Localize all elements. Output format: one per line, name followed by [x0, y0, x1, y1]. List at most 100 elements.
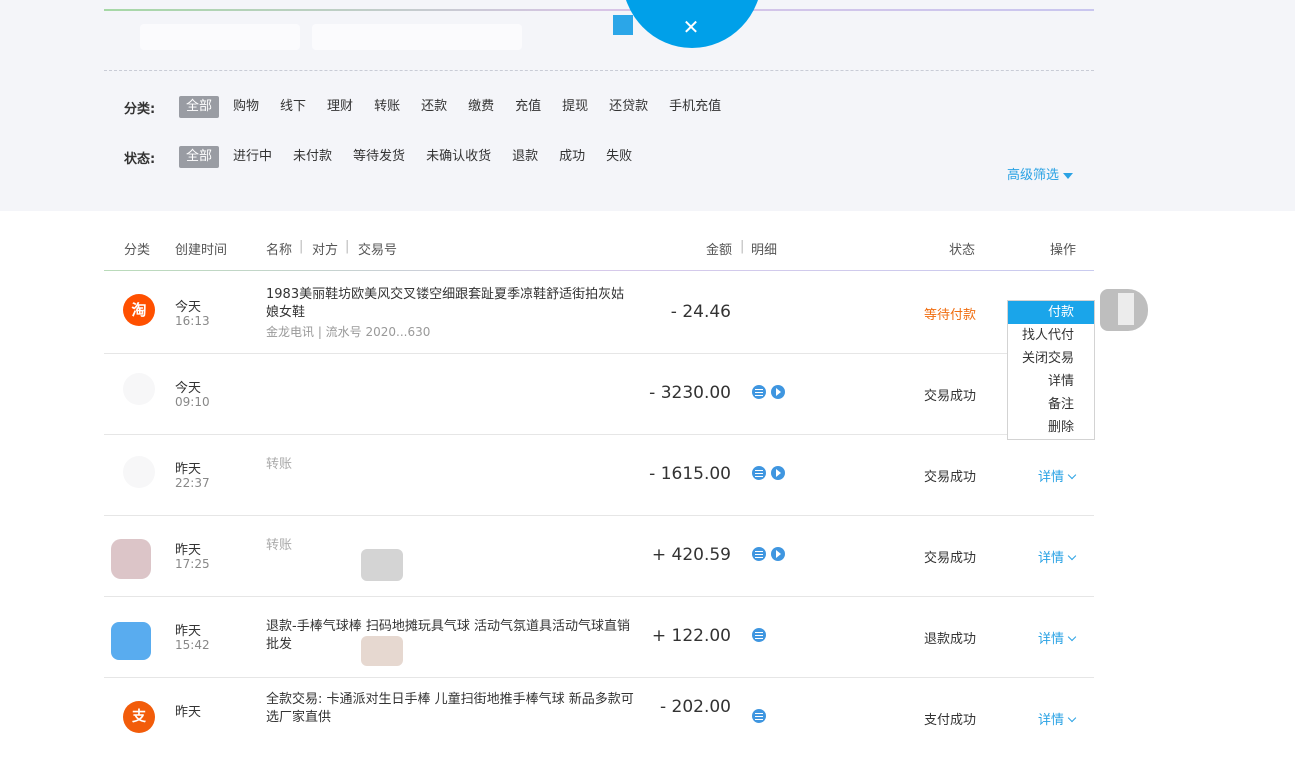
- row-counterparty: 金龙电讯 | 流水号 2020...630: [266, 325, 431, 339]
- row-detail-link[interactable]: 详情: [1038, 709, 1077, 728]
- menu-item-ask-friend-pay[interactable]: 找人代付: [1008, 324, 1094, 347]
- menu-item-delete[interactable]: 删除: [1008, 416, 1094, 439]
- col-detail: 明细: [751, 243, 778, 258]
- row-day: 今天: [175, 381, 202, 396]
- blurred-avatar-icon: [123, 373, 155, 405]
- menu-item-pay[interactable]: 付款: [1008, 301, 1094, 324]
- table-row[interactable]: 昨天 15:42 退款-手棒气球棒 扫码地摊玩具气球 活动气氛道具活动气球直销批…: [104, 596, 1094, 678]
- row-time: 22:37: [175, 476, 210, 490]
- blurred-strip: [140, 24, 300, 50]
- category-option[interactable]: 充值: [508, 96, 548, 118]
- row-time: 09:10: [175, 395, 210, 409]
- blue-chip: [613, 15, 633, 35]
- col-amount: 金额: [706, 243, 733, 258]
- status-option[interactable]: 等待发货: [346, 146, 412, 168]
- blurred-thumbnail: [361, 549, 403, 581]
- list-icon[interactable]: [752, 385, 766, 399]
- chevron-down-icon: [1067, 470, 1077, 480]
- row-name-link[interactable]: 转账: [266, 537, 626, 555]
- row-time: 17:25: [175, 557, 210, 571]
- row-name-link[interactable]: 1983美丽鞋坊欧美风交叉镂空细跟套趾夏季凉鞋舒适街拍灰姑娘女鞋: [266, 286, 626, 322]
- col-counterparty: 对方: [312, 243, 339, 258]
- list-icon[interactable]: [752, 628, 766, 642]
- row-detail-link[interactable]: 详情: [1038, 466, 1077, 485]
- category-option[interactable]: 还贷款: [602, 96, 655, 118]
- category-option[interactable]: 理财: [320, 96, 360, 118]
- advanced-filter-link[interactable]: 高级筛选: [1007, 164, 1074, 183]
- category-filter: 分类: 全部 购物 线下 理财 转账 还款 缴费 充值 提现 还贷款 手机充值: [124, 95, 735, 119]
- list-icon[interactable]: [752, 547, 766, 561]
- category-option[interactable]: 转账: [367, 96, 407, 118]
- header-separator: |: [740, 239, 745, 254]
- row-status: 等待付款: [924, 308, 977, 323]
- row-name-link[interactable]: 全款交易: 卡通派对生日手棒 儿童扫街地推手棒气球 新品多款可选厂家直供: [266, 691, 636, 727]
- row-day: 昨天: [175, 543, 202, 558]
- col-category: 分类: [124, 243, 151, 258]
- flag-icon[interactable]: [771, 466, 785, 480]
- category-option-all[interactable]: 全部: [179, 96, 220, 118]
- top-divider: [104, 9, 1094, 11]
- advanced-filter-label: 高级筛选: [1007, 168, 1060, 183]
- category-option[interactable]: 提现: [555, 96, 595, 118]
- menu-item-close-trade[interactable]: 关闭交易: [1008, 347, 1094, 370]
- list-icon[interactable]: [752, 466, 766, 480]
- detail-icons: [752, 709, 766, 723]
- blurred-avatar-icon: [111, 539, 151, 579]
- detail-label: 详情: [1038, 632, 1065, 647]
- status-option[interactable]: 进行中: [226, 146, 279, 168]
- table-row[interactable]: 今天 09:10 - 3230.00 交易成功: [104, 353, 1094, 435]
- row-name-link[interactable]: 退款-手棒气球棒 扫码地摊玩具气球 活动气氛道具活动气球直销批发: [266, 618, 636, 654]
- row-detail-link[interactable]: 详情: [1038, 628, 1077, 647]
- side-feedback-tab[interactable]: [1100, 289, 1148, 331]
- caret-down-icon: [1063, 172, 1074, 179]
- row-day: 昨天: [175, 705, 202, 720]
- floating-close-bubble[interactable]: ✕: [622, 0, 762, 48]
- row-day: 今天: [175, 300, 202, 315]
- blurred-thumbnail: [361, 636, 403, 666]
- table-row[interactable]: 昨天 17:25 转账 + 420.59 交易成功 详情: [104, 515, 1094, 597]
- menu-item-note[interactable]: 备注: [1008, 393, 1094, 416]
- menu-item-details[interactable]: 详情: [1008, 370, 1094, 393]
- row-time: 16:13: [175, 314, 210, 328]
- list-icon[interactable]: [752, 709, 766, 723]
- table-row[interactable]: 支 昨天 全款交易: 卡通派对生日手棒 儿童扫街地推手棒气球 新品多款可选厂家直…: [104, 677, 1094, 758]
- category-option[interactable]: 线下: [273, 96, 313, 118]
- close-icon[interactable]: ✕: [681, 17, 701, 37]
- category-option[interactable]: 手机充值: [662, 96, 728, 118]
- row-amount: + 122.00: [651, 626, 731, 646]
- row-time: 15:42: [175, 638, 210, 652]
- table-row[interactable]: 淘 今天 16:13 1983美丽鞋坊欧美风交叉镂空细跟套趾夏季凉鞋舒适街拍灰姑…: [104, 272, 1094, 354]
- detail-icons: [752, 628, 766, 642]
- status-option[interactable]: 失败: [599, 146, 639, 168]
- status-filter: 状态: 全部 进行中 未付款 等待发货 未确认收货 退款 成功 失败: [124, 145, 646, 169]
- detail-label: 详情: [1038, 551, 1065, 566]
- detail-icons: [752, 547, 785, 561]
- row-status: 交易成功: [924, 551, 977, 566]
- flag-icon[interactable]: [771, 385, 785, 399]
- status-option[interactable]: 未付款: [286, 146, 339, 168]
- col-status: 状态: [949, 243, 976, 258]
- row-status: 交易成功: [924, 470, 977, 485]
- status-option[interactable]: 退款: [505, 146, 545, 168]
- row-status: 支付成功: [924, 713, 977, 728]
- row-detail-link[interactable]: 详情: [1038, 547, 1077, 566]
- row-status: 交易成功: [924, 389, 977, 404]
- status-option[interactable]: 成功: [552, 146, 592, 168]
- chevron-down-icon: [1067, 713, 1077, 723]
- flag-icon[interactable]: [771, 547, 785, 561]
- row-amount: - 3230.00: [649, 383, 731, 403]
- dashed-divider: [104, 70, 1094, 71]
- table-row[interactable]: 昨天 22:37 转账 - 1615.00 交易成功 详情: [104, 434, 1094, 516]
- category-option[interactable]: 购物: [226, 96, 266, 118]
- blurred-strip: [312, 24, 522, 50]
- category-option[interactable]: 缴费: [461, 96, 501, 118]
- status-option[interactable]: 未确认收货: [419, 146, 498, 168]
- row-amount: + 420.59: [651, 545, 731, 565]
- category-option[interactable]: 还款: [414, 96, 454, 118]
- col-action: 操作: [1050, 243, 1077, 258]
- row-name-link[interactable]: 转账: [266, 456, 626, 474]
- detail-icons: [752, 466, 785, 480]
- action-dropdown-menu: 付款 找人代付 关闭交易 详情 备注 删除: [1007, 300, 1095, 440]
- col-created: 创建时间: [175, 243, 228, 258]
- status-option-all[interactable]: 全部: [179, 146, 220, 168]
